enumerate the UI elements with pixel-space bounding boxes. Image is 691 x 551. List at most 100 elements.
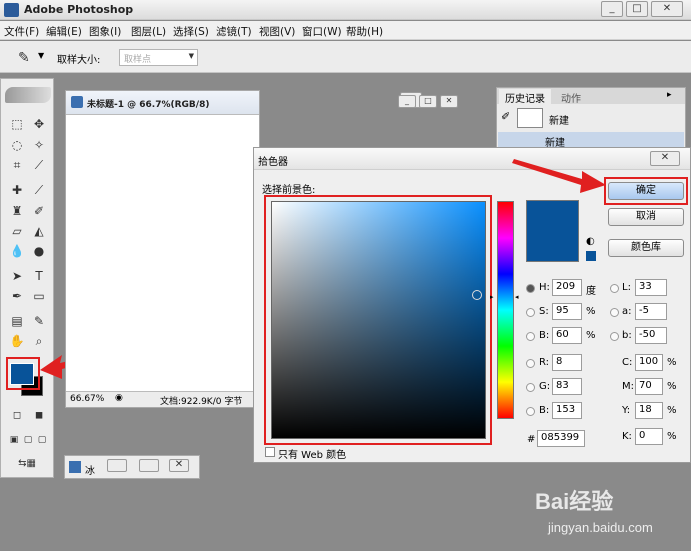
history-brush-icon[interactable]: ✐ bbox=[30, 202, 48, 220]
marquee-tool-icon[interactable]: ⬚ bbox=[8, 115, 26, 133]
panel-menu-icon[interactable]: ▸ bbox=[667, 90, 672, 100]
input-hex[interactable]: 085399 bbox=[537, 430, 585, 447]
chevron-down-icon[interactable]: ▼ bbox=[38, 51, 44, 60]
dialog-subtitle: 选择前景色: bbox=[262, 185, 316, 196]
color-picker-dialog: 拾色器 ✕ 选择前景色: ▸ ◂ ◐ 确定 取消 颜色库 H: 209 度 S:… bbox=[253, 147, 691, 463]
menu-image[interactable]: 图象(I) bbox=[89, 24, 121, 39]
input-g[interactable]: 83 bbox=[552, 378, 582, 395]
standard-mode-icon[interactable]: ◻ bbox=[8, 407, 26, 425]
cancel-button[interactable]: 取消 bbox=[608, 208, 684, 226]
label-g: G: bbox=[539, 381, 551, 392]
radio-l[interactable] bbox=[610, 284, 619, 293]
websafe-warning-icon[interactable]: ◐ bbox=[586, 236, 595, 247]
pen-tool-icon[interactable]: ✒ bbox=[8, 287, 26, 305]
radio-s[interactable] bbox=[526, 308, 535, 317]
hue-slider-left-arrow-icon[interactable]: ▸ bbox=[490, 293, 494, 301]
status-menu-icon[interactable]: ◉ bbox=[115, 393, 123, 403]
input-b[interactable]: 60 bbox=[552, 327, 582, 344]
healing-brush-icon[interactable]: ✚ bbox=[8, 181, 26, 199]
input-y[interactable]: 18 bbox=[635, 402, 663, 419]
menu-select[interactable]: 选择(S) bbox=[173, 24, 209, 39]
input-a[interactable]: -5 bbox=[635, 303, 667, 320]
input-k[interactable]: 0 bbox=[635, 428, 663, 445]
doc-maximize-button[interactable]: □ bbox=[419, 95, 437, 108]
blur-tool-icon[interactable]: 💧 bbox=[8, 242, 26, 260]
screen-mode-3-icon[interactable]: ▢ bbox=[33, 431, 51, 449]
hand-tool-icon[interactable]: ✋ bbox=[8, 332, 26, 350]
radio-h[interactable] bbox=[526, 284, 535, 293]
radio-a[interactable] bbox=[610, 308, 619, 317]
input-r[interactable]: 8 bbox=[552, 354, 582, 371]
type-tool-icon[interactable]: T bbox=[30, 267, 48, 285]
label-hex: # bbox=[527, 434, 536, 445]
doc-minimize-button[interactable]: _ bbox=[398, 95, 416, 108]
label-r: R: bbox=[539, 357, 550, 368]
web-only-label: 只有 Web 颜色 bbox=[278, 450, 347, 461]
doc-close-button[interactable]: ✕ bbox=[440, 95, 458, 108]
notes-tool-icon[interactable]: ▤ bbox=[8, 312, 26, 330]
mini-minimize-button[interactable] bbox=[107, 459, 127, 472]
history-step[interactable]: 新建 bbox=[498, 132, 684, 149]
minimize-button[interactable]: _ bbox=[601, 1, 623, 17]
input-h[interactable]: 209 bbox=[552, 279, 582, 296]
brush-tool-icon[interactable]: ⟋ bbox=[30, 181, 48, 199]
menu-help[interactable]: 帮助(H) bbox=[346, 24, 383, 39]
radio-g[interactable] bbox=[526, 383, 535, 392]
history-brush-source-icon[interactable]: ✐ bbox=[501, 110, 510, 123]
maximize-button[interactable]: □ bbox=[626, 1, 648, 17]
tab-history[interactable]: 历史记录 bbox=[499, 89, 551, 106]
menu-file[interactable]: 文件(F) bbox=[4, 24, 39, 39]
minimized-window[interactable]: 冰 ✕ bbox=[64, 455, 200, 479]
radio-lab-b[interactable] bbox=[610, 332, 619, 341]
hue-slider-right-arrow-icon[interactable]: ◂ bbox=[515, 293, 519, 301]
chevron-down-icon: ▼ bbox=[188, 52, 194, 60]
mini-restore-button[interactable] bbox=[139, 459, 159, 472]
eraser-tool-icon[interactable]: ▱ bbox=[8, 222, 26, 240]
menu-view[interactable]: 视图(V) bbox=[259, 24, 295, 39]
dialog-close-button[interactable]: ✕ bbox=[650, 151, 680, 166]
menu-edit[interactable]: 编辑(E) bbox=[46, 24, 82, 39]
label-c: C: bbox=[622, 357, 633, 368]
label-blue: B: bbox=[539, 405, 550, 416]
options-bar: ✎ ▼ 取样大小: 取样点 ▼ bbox=[0, 41, 691, 73]
path-select-icon[interactable]: ➤ bbox=[8, 267, 26, 285]
radio-blue[interactable] bbox=[526, 407, 535, 416]
magic-wand-icon[interactable]: ✧ bbox=[30, 136, 48, 154]
input-s[interactable]: 95 bbox=[552, 303, 582, 320]
sample-size-select[interactable]: 取样点 ▼ bbox=[119, 49, 198, 66]
paint-bucket-icon[interactable]: ◭ bbox=[30, 222, 48, 240]
dodge-tool-icon[interactable]: ● bbox=[30, 242, 48, 260]
close-button[interactable]: ✕ bbox=[651, 1, 683, 17]
menu-window[interactable]: 窗口(W) bbox=[302, 24, 342, 39]
radio-r[interactable] bbox=[526, 359, 535, 368]
label-m: M: bbox=[622, 381, 634, 392]
input-m[interactable]: 70 bbox=[635, 378, 663, 395]
color-libraries-button[interactable]: 颜色库 bbox=[608, 239, 684, 257]
lasso-tool-icon[interactable]: ◌ bbox=[8, 136, 26, 154]
clone-stamp-icon[interactable]: ♜ bbox=[8, 202, 26, 220]
snapshot-thumbnail[interactable] bbox=[517, 108, 543, 128]
radio-b[interactable] bbox=[526, 332, 535, 341]
web-only-checkbox[interactable] bbox=[265, 447, 275, 457]
eyedropper-icon[interactable]: ✎ bbox=[18, 50, 30, 66]
crop-tool-icon[interactable]: ⌗ bbox=[8, 156, 26, 174]
websafe-color-swatch[interactable] bbox=[586, 251, 596, 261]
menu-filter[interactable]: 滤镜(T) bbox=[216, 24, 252, 39]
jump-to-imageready-icon[interactable]: ⇆▦ bbox=[7, 455, 47, 473]
tab-actions[interactable]: 动作 bbox=[561, 90, 581, 105]
input-l[interactable]: 33 bbox=[635, 279, 667, 296]
shape-tool-icon[interactable]: ▭ bbox=[30, 287, 48, 305]
menu-layer[interactable]: 图层(L) bbox=[131, 24, 166, 39]
slice-tool-icon[interactable]: ⟋ bbox=[30, 156, 48, 174]
dialog-title: 拾色器 bbox=[258, 157, 288, 168]
hue-slider[interactable] bbox=[497, 201, 514, 419]
move-tool-icon[interactable]: ✥ bbox=[30, 115, 48, 133]
input-c[interactable]: 100 bbox=[635, 354, 663, 371]
input-blue[interactable]: 153 bbox=[552, 402, 582, 419]
input-lab-b[interactable]: -50 bbox=[635, 327, 667, 344]
mini-close-button[interactable]: ✕ bbox=[169, 459, 189, 472]
feather-logo-icon bbox=[5, 87, 51, 103]
quick-mask-icon[interactable]: ◼ bbox=[30, 407, 48, 425]
eyedropper-tool-icon[interactable]: ✎ bbox=[30, 312, 48, 330]
unit-s: % bbox=[586, 306, 596, 317]
